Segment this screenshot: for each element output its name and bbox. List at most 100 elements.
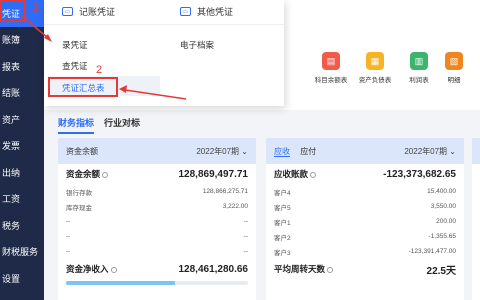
list-item: -- -- xyxy=(58,229,256,244)
quick-entry-balance-sheet[interactable]: ▦ 资产负债表 xyxy=(350,52,400,84)
chevron-down-icon: ⌄ xyxy=(241,146,248,156)
voucher-group-title: ▭ 记账凭证 xyxy=(62,5,115,18)
highlight-box-voucher xyxy=(0,0,26,22)
sidebar-item-label: 设置 xyxy=(2,274,21,285)
sidebar-item-label: 结账 xyxy=(2,89,21,100)
row-value: 3,222.00 xyxy=(222,203,248,210)
receivables-card: 应收 应付 2022年07期 ⌄ 应收账款 -123,373,682.65 客户… xyxy=(266,138,464,300)
row-label: 客户1 xyxy=(274,219,291,227)
menu-item-query-voucher[interactable]: 查凭证 xyxy=(62,60,88,72)
turnover-label: 平均周转天数 xyxy=(274,264,326,274)
sidebar-item-payroll[interactable]: 工资 xyxy=(0,186,44,213)
sidebar-item-tax-services[interactable]: 财税服务 xyxy=(0,239,44,266)
receivable-value: -123,373,682.65 xyxy=(383,168,456,180)
info-icon[interactable] xyxy=(110,266,117,273)
quick-entry-subject-balance[interactable]: ▤ 科目余额表 xyxy=(306,52,356,84)
voucher-icon: ▭ xyxy=(62,7,73,16)
sidebar-item-cashier[interactable]: 出纳 xyxy=(0,159,44,186)
sidebar-item-label: 工资 xyxy=(2,195,21,206)
list-item: -- -- xyxy=(58,244,256,259)
chevron-down-icon: ⌄ xyxy=(449,146,456,156)
net-income-label: 资金净收入 xyxy=(66,264,109,274)
highlight-box-voucher-summary xyxy=(48,77,118,97)
list-item: 客户1 200.00 xyxy=(266,214,464,229)
period-value: 2022年07期 xyxy=(404,146,448,156)
row-label: 客户5 xyxy=(274,204,291,212)
voucher-icon: ▭ xyxy=(180,7,191,16)
net-income-row: 资金净收入 128,461,280.66 xyxy=(58,259,256,279)
other-voucher-group-title: ▭ 其他凭证 xyxy=(180,5,233,18)
sidebar-item-closing[interactable]: 结账 xyxy=(0,80,44,107)
sidebar-item-settings[interactable]: 设置 xyxy=(0,265,44,292)
list-item: 客户5 3,550.00 xyxy=(266,199,464,214)
receivable-total-row: 应收账款 -123,373,682.65 xyxy=(266,164,464,184)
quick-entry-detail[interactable]: ▧ 明细 xyxy=(436,52,472,84)
row-label: -- xyxy=(66,233,71,240)
row-value: 3,550.00 xyxy=(430,203,456,210)
row-value: -- xyxy=(243,248,248,255)
sidebar-item-reports[interactable]: 报表 xyxy=(0,53,44,80)
sidebar-item-label: 报表 xyxy=(2,62,21,73)
sidebar-item-invoice[interactable]: 发票 xyxy=(0,133,44,160)
dropdown-divider xyxy=(44,24,284,25)
list-item: 客户3 -123,391,477.00 xyxy=(266,244,464,259)
sidebar-item-books[interactable]: 账簿 xyxy=(0,27,44,54)
tab-receivable[interactable]: 应收 xyxy=(274,146,290,157)
card-header: 资金余额 2022年07期 ⌄ xyxy=(58,138,256,164)
sidebar-item-label: 出纳 xyxy=(2,168,21,179)
tab-payable[interactable]: 应付 xyxy=(300,147,316,156)
row-label: 银行存款 xyxy=(66,189,92,197)
sidebar-item-label: 发票 xyxy=(2,142,21,153)
profit-icon: ▥ xyxy=(410,52,428,70)
turnover-value: 22.5天 xyxy=(426,265,456,277)
period-select[interactable]: 2022年07期 ⌄ xyxy=(196,146,248,157)
step-number-1: 1 xyxy=(33,2,40,14)
card-title: 资金余额 xyxy=(66,146,98,156)
tab-industry-benchmark[interactable]: 行业对标 xyxy=(104,116,140,134)
tab-finance-indicators[interactable]: 财务指标 xyxy=(58,116,95,134)
net-income-value: 128,461,280.66 xyxy=(178,263,248,275)
net-income-progress xyxy=(66,281,248,285)
quick-entry-label: 资产负债表 xyxy=(358,77,392,84)
turnover-row: 平均周转天数 22.5天 xyxy=(266,259,464,279)
partial-card xyxy=(472,138,480,300)
row-value: 128,866,275.71 xyxy=(202,188,248,195)
info-icon[interactable] xyxy=(327,266,334,273)
step-number-2: 2 xyxy=(96,64,103,76)
info-icon[interactable] xyxy=(102,171,109,178)
sidebar-item-assets[interactable]: 资产 xyxy=(0,106,44,133)
progress-fill xyxy=(66,281,176,285)
row-value: -1,355.65 xyxy=(428,233,456,240)
fund-balance-label: 资金余额 xyxy=(66,169,101,179)
sidebar-item-label: 账簿 xyxy=(2,36,21,47)
row-label: 库存现金 xyxy=(66,204,92,212)
indicator-tabs: 财务指标 行业对标 xyxy=(58,116,140,134)
row-label: 客户3 xyxy=(274,249,291,257)
list-item: 客户2 -1,355.65 xyxy=(266,229,464,244)
row-value: 15,400.00 xyxy=(427,188,456,195)
sidebar-item-tax[interactable]: 税务 xyxy=(0,212,44,239)
receivable-label: 应收账款 xyxy=(274,169,309,179)
voucher-group-label: 记账凭证 xyxy=(79,7,116,17)
quick-entry-label: 明细 xyxy=(447,77,461,84)
quick-entry-label: 科目余额表 xyxy=(314,77,348,84)
card-header xyxy=(472,138,480,164)
info-icon[interactable] xyxy=(310,171,317,178)
list-item: 库存现金 3,222.00 xyxy=(58,199,256,214)
row-label: 客户4 xyxy=(274,189,291,197)
row-value: -- xyxy=(243,218,248,225)
row-value: -- xyxy=(243,233,248,240)
row-value: -123,391,477.00 xyxy=(408,248,456,255)
period-select[interactable]: 2022年07期 ⌄ xyxy=(404,146,456,157)
row-label: 客户2 xyxy=(274,234,291,242)
fund-balance-card: 资金余额 2022年07期 ⌄ 资金余额 128,869,497.71 银行存款… xyxy=(58,138,256,300)
balance-sheet-icon: ▦ xyxy=(366,52,384,70)
period-value: 2022年07期 xyxy=(196,146,240,156)
other-voucher-group-label: 其他凭证 xyxy=(197,7,234,17)
menu-item-enter-voucher[interactable]: 录凭证 xyxy=(62,39,88,51)
detail-icon: ▧ xyxy=(445,52,463,70)
list-item: 客户4 15,400.00 xyxy=(266,184,464,199)
sidebar-item-label: 税务 xyxy=(2,221,21,232)
fund-balance-row: 资金余额 128,869,497.71 xyxy=(58,164,256,184)
menu-item-e-archive[interactable]: 电子档案 xyxy=(180,39,214,51)
